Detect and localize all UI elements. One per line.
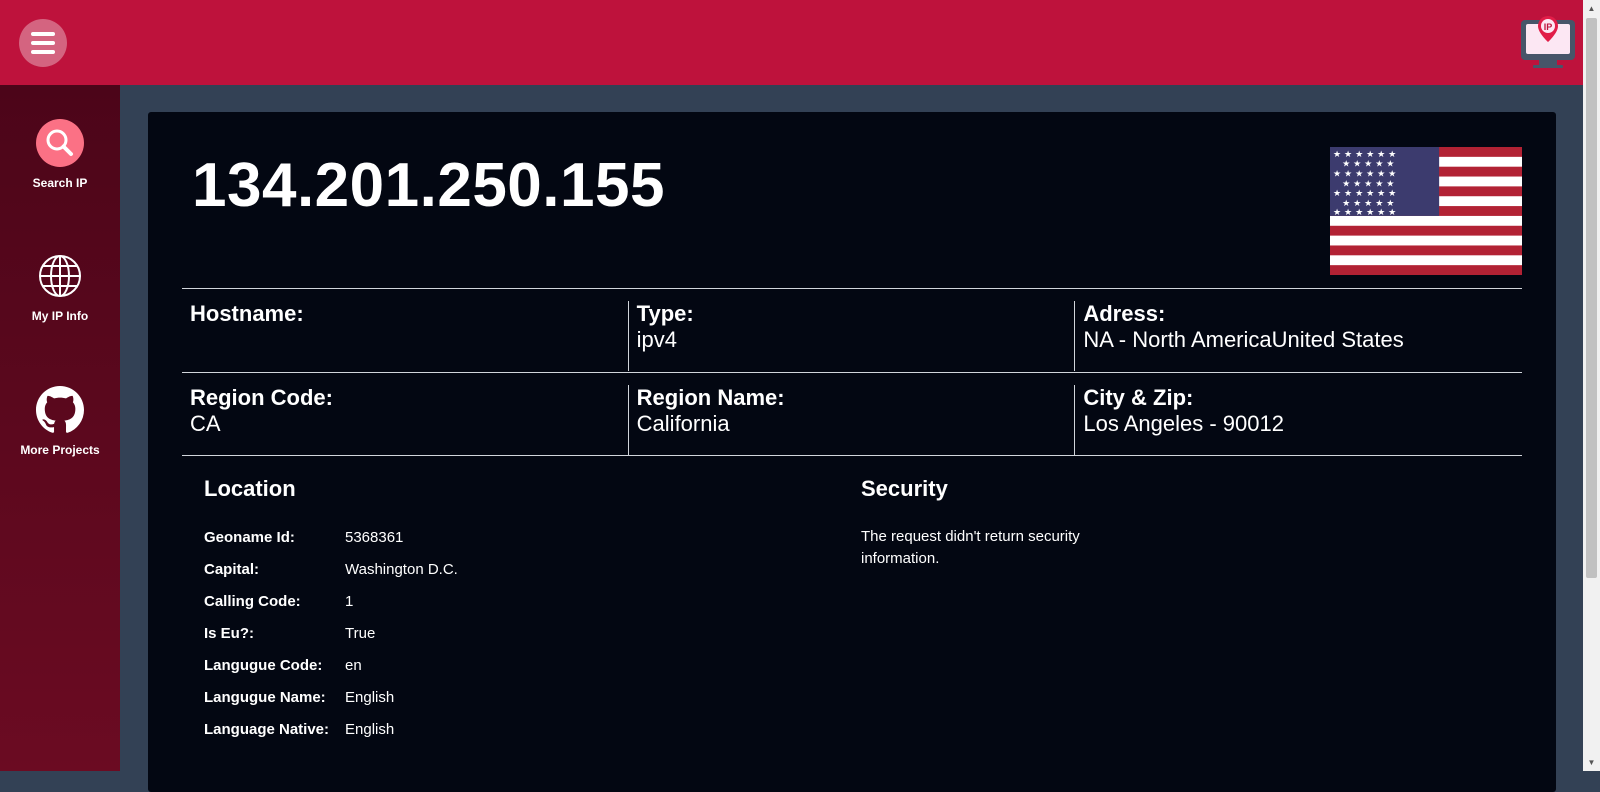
location-row: Language Native: English (204, 713, 458, 745)
menu-button[interactable] (19, 19, 67, 67)
city-zip-cell: City & Zip: Los Angeles - 90012 (1075, 385, 1522, 455)
field-label: City & Zip: (1083, 385, 1194, 410)
globe-icon (35, 251, 85, 301)
location-key: Langugue Name: (204, 688, 326, 706)
location-value: en (345, 656, 362, 674)
location-value: English (345, 720, 395, 738)
location-row: Capital: Washington D.C. (204, 553, 458, 585)
top-bar: IP (0, 0, 1583, 85)
svg-text:★ ★ ★ ★ ★ ★: ★ ★ ★ ★ ★ ★ (1333, 170, 1396, 180)
location-row: Calling Code: 1 (204, 585, 458, 617)
field-label: Region Code: (190, 385, 333, 410)
sidebar-item-search-ip[interactable]: Search IP (0, 118, 120, 190)
scroll-up-icon[interactable]: ▲ (1583, 0, 1600, 17)
menu-line (31, 50, 55, 54)
region-name-cell: Region Name: California (629, 385, 1076, 455)
details-row: Region Code: CA Region Name: California … (182, 372, 1522, 456)
location-key: Geoname Id: (204, 528, 295, 546)
page-scrollbar[interactable]: ▲ ▼ (1583, 0, 1600, 771)
location-title: Location (204, 476, 296, 501)
ip-info-card: 134.201.250.155 ★ ★ ★ ★ ★ ★ ★ ★ ★ ★ ★ ★ … (148, 112, 1556, 792)
us-flag-icon: ★ ★ ★ ★ ★ ★ ★ ★ ★ ★ ★ ★ ★ ★ ★ ★ ★ ★ ★ ★ … (1330, 147, 1522, 275)
logo-text: IP (1544, 22, 1553, 32)
svg-text:★ ★ ★ ★ ★ ★: ★ ★ ★ ★ ★ ★ (1333, 189, 1396, 199)
sidebar-item-more-projects[interactable]: More Projects (0, 385, 120, 457)
hostname-cell: Hostname: (182, 301, 629, 371)
sidebar: Search IP My IP Info More Projects (0, 85, 120, 771)
location-value: 1 (345, 592, 354, 610)
field-value: NA - North AmericaUnited States (1083, 327, 1404, 352)
field-label: Region Name: (636, 385, 785, 410)
scroll-down-icon[interactable]: ▼ (1583, 754, 1600, 771)
field-value: ipv4 (636, 327, 678, 352)
security-message: The request didn't return security infor… (861, 528, 1080, 567)
location-value: 5368361 (345, 528, 404, 546)
location-value: English (345, 688, 395, 706)
menu-line (31, 41, 55, 45)
ip-details-grid: Hostname: Type: ipv4 Adress: NA - North … (182, 288, 1522, 456)
location-row: Langugue Code: en (204, 649, 458, 681)
location-value: Washington D.C. (345, 560, 458, 578)
ip-logo-icon[interactable]: IP (1517, 12, 1579, 72)
menu-line (31, 32, 55, 36)
location-key: Is Eu?: (204, 624, 255, 642)
ip-address-title: 134.201.250.155 (192, 151, 665, 220)
location-row: Langugue Name: English (204, 681, 458, 713)
location-key: Capital: (204, 560, 260, 578)
details-row: Hostname: Type: ipv4 Adress: NA - North … (182, 288, 1522, 372)
location-row: Is Eu?: True (204, 617, 458, 649)
field-value: California (636, 411, 730, 436)
location-key: Calling Code: (204, 592, 301, 610)
location-value: True (345, 624, 376, 642)
location-row: Geoname Id: 5368361 (204, 521, 458, 553)
svg-text:★ ★ ★ ★ ★ ★: ★ ★ ★ ★ ★ ★ (1333, 208, 1396, 218)
github-icon (35, 385, 85, 435)
address-cell: Adress: NA - North AmericaUnited States (1075, 301, 1522, 371)
region-code-cell: Region Code: CA (182, 385, 629, 455)
scrollbar-thumb[interactable] (1586, 18, 1597, 578)
svg-text:★ ★ ★ ★ ★ ★: ★ ★ ★ ★ ★ ★ (1333, 150, 1396, 160)
field-label: Adress: (1083, 301, 1166, 326)
field-label: Hostname: (190, 301, 304, 326)
location-table: Geoname Id: 5368361 Capital: Washington … (204, 521, 458, 745)
sidebar-item-my-ip-info[interactable]: My IP Info (0, 251, 120, 323)
security-title: Security (861, 476, 948, 501)
sidebar-item-label: More Projects (20, 443, 100, 457)
svg-text:★ ★ ★ ★ ★: ★ ★ ★ ★ ★ (1342, 160, 1394, 170)
location-key: Langugue Code: (204, 656, 323, 674)
field-label: Type: (636, 301, 694, 326)
type-cell: Type: ipv4 (629, 301, 1076, 371)
search-icon (35, 118, 85, 168)
location-key: Language Native: (204, 720, 330, 738)
field-value: CA (190, 411, 221, 436)
sidebar-item-label: Search IP (32, 176, 88, 190)
sidebar-item-label: My IP Info (31, 309, 89, 323)
svg-text:★ ★ ★ ★ ★: ★ ★ ★ ★ ★ (1342, 179, 1394, 189)
field-value: Los Angeles - 90012 (1083, 411, 1284, 436)
